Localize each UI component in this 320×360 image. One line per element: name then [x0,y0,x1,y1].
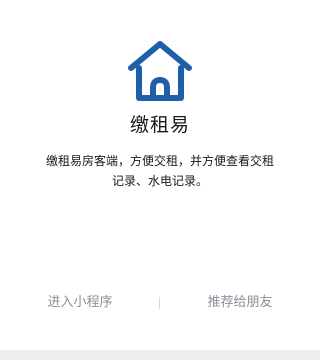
app-name: 缴租易 [129,114,190,136]
enter-mini-program-button[interactable]: 进入小程序 [20,293,140,313]
action-divider [159,297,160,309]
bottom-background [0,350,320,360]
mini-program-card: 缴租易 缴租易房客端，方便交租，并方便查看交租记录、水电记录。 进入小程序 推荐… [0,0,320,350]
action-bar: 进入小程序 推荐给朋友 [0,293,320,313]
app-description: 缴租易房客端，方便交租，并方便查看交租记录、水电记录。 [46,154,275,188]
house-icon [128,41,192,101]
recommend-to-friend-button[interactable]: 推荐给朋友 [180,293,300,313]
